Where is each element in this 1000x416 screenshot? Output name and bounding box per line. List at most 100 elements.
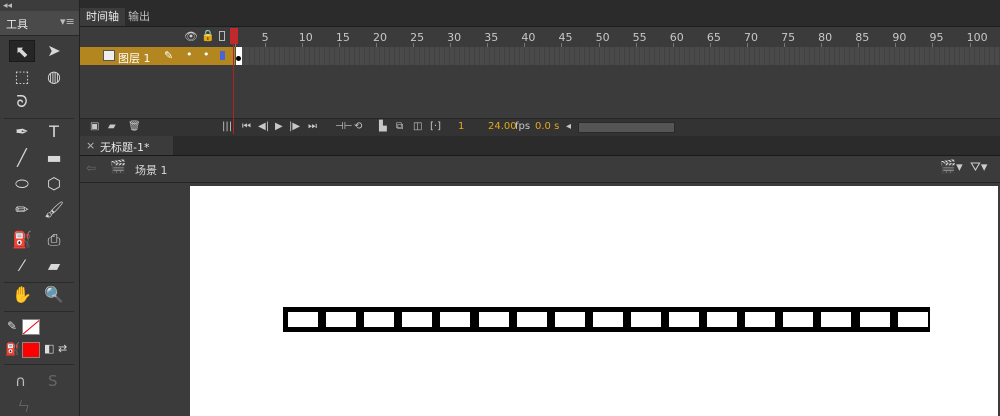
scene-name[interactable]: 场景 1 <box>135 162 168 178</box>
line-tool-icon[interactable]: ╱ <box>9 147 35 169</box>
scene-icon: 🎬 <box>110 160 127 175</box>
straighten-icon[interactable]: ㄣ <box>17 396 30 415</box>
keyframe-dot <box>236 56 241 61</box>
outline-icon[interactable] <box>219 31 225 41</box>
visible-dot-icon[interactable]: • <box>186 48 193 61</box>
smooth-icon[interactable]: S <box>48 372 58 390</box>
step-back-icon[interactable]: ◀| <box>258 121 269 132</box>
last-frame-icon[interactable]: ⏭ <box>308 121 317 132</box>
eraser-tool-icon[interactable]: ▰ <box>41 255 67 277</box>
film-frame-cell <box>516 312 547 327</box>
playhead-handle[interactable] <box>230 28 238 44</box>
text-tool-icon[interactable]: T <box>41 121 67 143</box>
modify-markers-icon[interactable]: [·] <box>430 121 441 132</box>
scroll-left-icon[interactable]: ◂ <box>566 121 571 132</box>
fps-value[interactable]: 24.00 <box>488 121 517 132</box>
loop-icon[interactable]: ⟲ <box>354 121 362 132</box>
edit-multiple-icon[interactable]: ◫ <box>413 121 422 132</box>
layer-icon <box>103 50 115 61</box>
timeline-panel: 👁 🔒 151015202530354045505560657075808590… <box>80 27 1000 136</box>
onion-skin-icon[interactable]: ▙ <box>379 121 387 132</box>
collapse-panel-button[interactable]: ◂◂ <box>3 1 12 11</box>
new-layer-icon[interactable]: ▣ <box>90 121 99 132</box>
document-title: 无标题-1* <box>100 141 150 154</box>
timeline-controls: ▣ ▰ 🗑 ||| ⏮ ◀| ▶ |▶ ⏭ ⊣⊢ ⟲ ▙ ⧉ ◫ [·] 1 2… <box>80 118 1000 136</box>
filmstrip-shape[interactable] <box>283 307 930 332</box>
outline-color-icon[interactable] <box>220 51 225 60</box>
film-frame-cell <box>630 312 661 327</box>
show-hide-icon[interactable]: 👁 <box>184 30 198 43</box>
snap-to-objects-icon[interactable]: ∩ <box>15 372 26 390</box>
stroke-color-swatch[interactable] <box>22 319 40 335</box>
3d-rotation-tool-icon[interactable]: ◍ <box>41 66 67 88</box>
lock-dot-icon[interactable]: • <box>203 48 210 61</box>
onion-outline-icon[interactable]: ⧉ <box>396 121 403 132</box>
layer-row[interactable]: 图层 1 ✎ • • <box>80 47 235 65</box>
first-frame-icon[interactable]: ⏮ <box>242 121 251 132</box>
tool-divider <box>4 364 74 365</box>
film-frame-cell <box>554 312 585 327</box>
lock-icon[interactable]: 🔒 <box>201 29 215 42</box>
fps-unit: fps <box>515 121 531 132</box>
hand-tool-icon[interactable]: ✋ <box>9 284 35 306</box>
film-frame-cell <box>783 312 814 327</box>
timeline-header: 👁 🔒 151015202530354045505560657075808590… <box>80 27 1000 48</box>
film-frame-cell <box>478 312 509 327</box>
center-frame-icon[interactable]: ⊣⊢ <box>335 121 352 132</box>
close-icon[interactable]: × <box>86 139 95 152</box>
oval-tool-icon[interactable]: ⬭ <box>9 173 35 195</box>
step-forward-icon[interactable]: |▶ <box>289 121 300 132</box>
pen-tool-icon[interactable]: ✒ <box>9 121 35 143</box>
film-frame-cell <box>821 312 852 327</box>
toolbox-header: 工具 ▾≡ <box>0 11 79 36</box>
pencil-tool-icon[interactable]: ✏ <box>9 199 35 221</box>
selection-tool-icon[interactable]: ⬉ <box>9 40 35 62</box>
rectangle-tool-icon[interactable]: ▬ <box>41 147 67 169</box>
edit-scene-icon[interactable]: 🎬▾ <box>940 160 963 175</box>
eyedropper-tool-icon[interactable]: ⁄ <box>9 255 35 277</box>
document-tabbar: × 无标题-1* <box>80 136 1000 156</box>
film-frame-cell <box>402 312 433 327</box>
brush-tool-icon[interactable]: 🖌 <box>41 199 67 221</box>
playhead[interactable] <box>230 28 238 134</box>
delete-icon[interactable]: 🗑 <box>128 121 141 132</box>
toolbox-title: 工具 <box>6 18 28 31</box>
swap-colors-icon[interactable]: ⇄ <box>58 342 67 355</box>
free-transform-tool-icon[interactable]: ⬚ <box>9 66 35 88</box>
edit-symbols-icon[interactable]: ⛛▾ <box>970 160 987 175</box>
play-icon[interactable]: ▶ <box>275 121 283 132</box>
polystar-tool-icon[interactable]: ⬡ <box>41 173 67 195</box>
edit-bar: ⇦ 🎬 场景 1 🎬▾ ⛛▾ <box>80 156 1000 183</box>
frame-track[interactable] <box>235 47 1000 65</box>
document-tab[interactable]: × 无标题-1* <box>80 136 173 155</box>
stroke-color-icon: ✎ <box>7 319 18 333</box>
new-folder-icon[interactable]: ▰ <box>108 121 116 132</box>
stage[interactable] <box>190 186 998 416</box>
tool-divider <box>4 282 74 283</box>
film-frame-cell <box>440 312 471 327</box>
black-white-icon[interactable]: ◧ <box>44 342 54 355</box>
splitter-icon[interactable]: ||| <box>222 121 232 132</box>
tool-divider <box>4 311 74 312</box>
subselection-tool-icon[interactable]: ➤ <box>41 40 67 62</box>
back-arrow-icon[interactable]: ⇦ <box>86 161 96 175</box>
paint-bucket-tool-icon[interactable]: ⛽ <box>9 229 35 251</box>
layer-name[interactable]: 图层 1 <box>118 50 151 66</box>
film-frame-cell <box>897 312 928 327</box>
horizontal-scrollbar[interactable] <box>578 122 675 133</box>
ink-bottle-tool-icon[interactable]: ⎙ <box>41 229 67 251</box>
tab-timeline[interactable]: 时间轴 <box>80 8 125 26</box>
elapsed-time[interactable]: 0.0 s <box>535 121 559 132</box>
tool-divider <box>4 118 74 119</box>
pencil-icon: ✎ <box>164 49 174 62</box>
toolbox-panel: ◂◂ 工具 ▾≡ ⬉ ➤ ⬚ ◍ ᘐ ✒ T ╱ ▬ ⬭ ⬡ ✏ 🖌 ⛽ ⎙ ⁄ ▰ ✋ 🔍 ✎ ⛽ ◧ ⇄ ∩ S… <box>0 0 80 416</box>
film-frame-cell <box>364 312 395 327</box>
lasso-tool-icon[interactable]: ᘐ <box>9 91 35 113</box>
film-frame-cell <box>592 312 623 327</box>
zoom-tool-icon[interactable]: 🔍 <box>41 284 67 306</box>
film-frame-cell <box>669 312 699 327</box>
current-frame[interactable]: 1 <box>458 121 464 132</box>
panel-menu-icon[interactable]: ▾≡ <box>60 15 75 28</box>
fill-color-swatch[interactable] <box>22 342 40 358</box>
tab-output[interactable]: 输出 <box>122 8 156 26</box>
